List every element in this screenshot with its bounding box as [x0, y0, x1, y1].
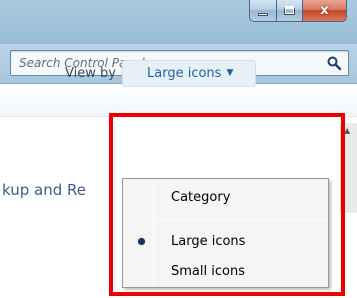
view-by-label: View by [65, 66, 116, 81]
window-titlebar: x [0, 0, 357, 44]
backup-and-restore-link[interactable]: kup and Re [2, 181, 86, 199]
maximize-icon [284, 6, 295, 15]
close-button[interactable]: x [303, 0, 347, 22]
caption-buttons: x [249, 0, 347, 22]
maximize-button[interactable] [277, 0, 303, 22]
minimize-button[interactable] [249, 0, 277, 22]
chevron-down-icon: ▼ [226, 68, 234, 78]
view-by-dropdown-button[interactable]: Large icons ▼ [122, 60, 256, 87]
close-icon: x [320, 3, 329, 18]
minimize-icon [258, 12, 268, 16]
view-by-selected-value: Large icons [147, 66, 222, 81]
magnifier-icon[interactable] [326, 55, 342, 71]
red-highlight-box [109, 113, 345, 296]
